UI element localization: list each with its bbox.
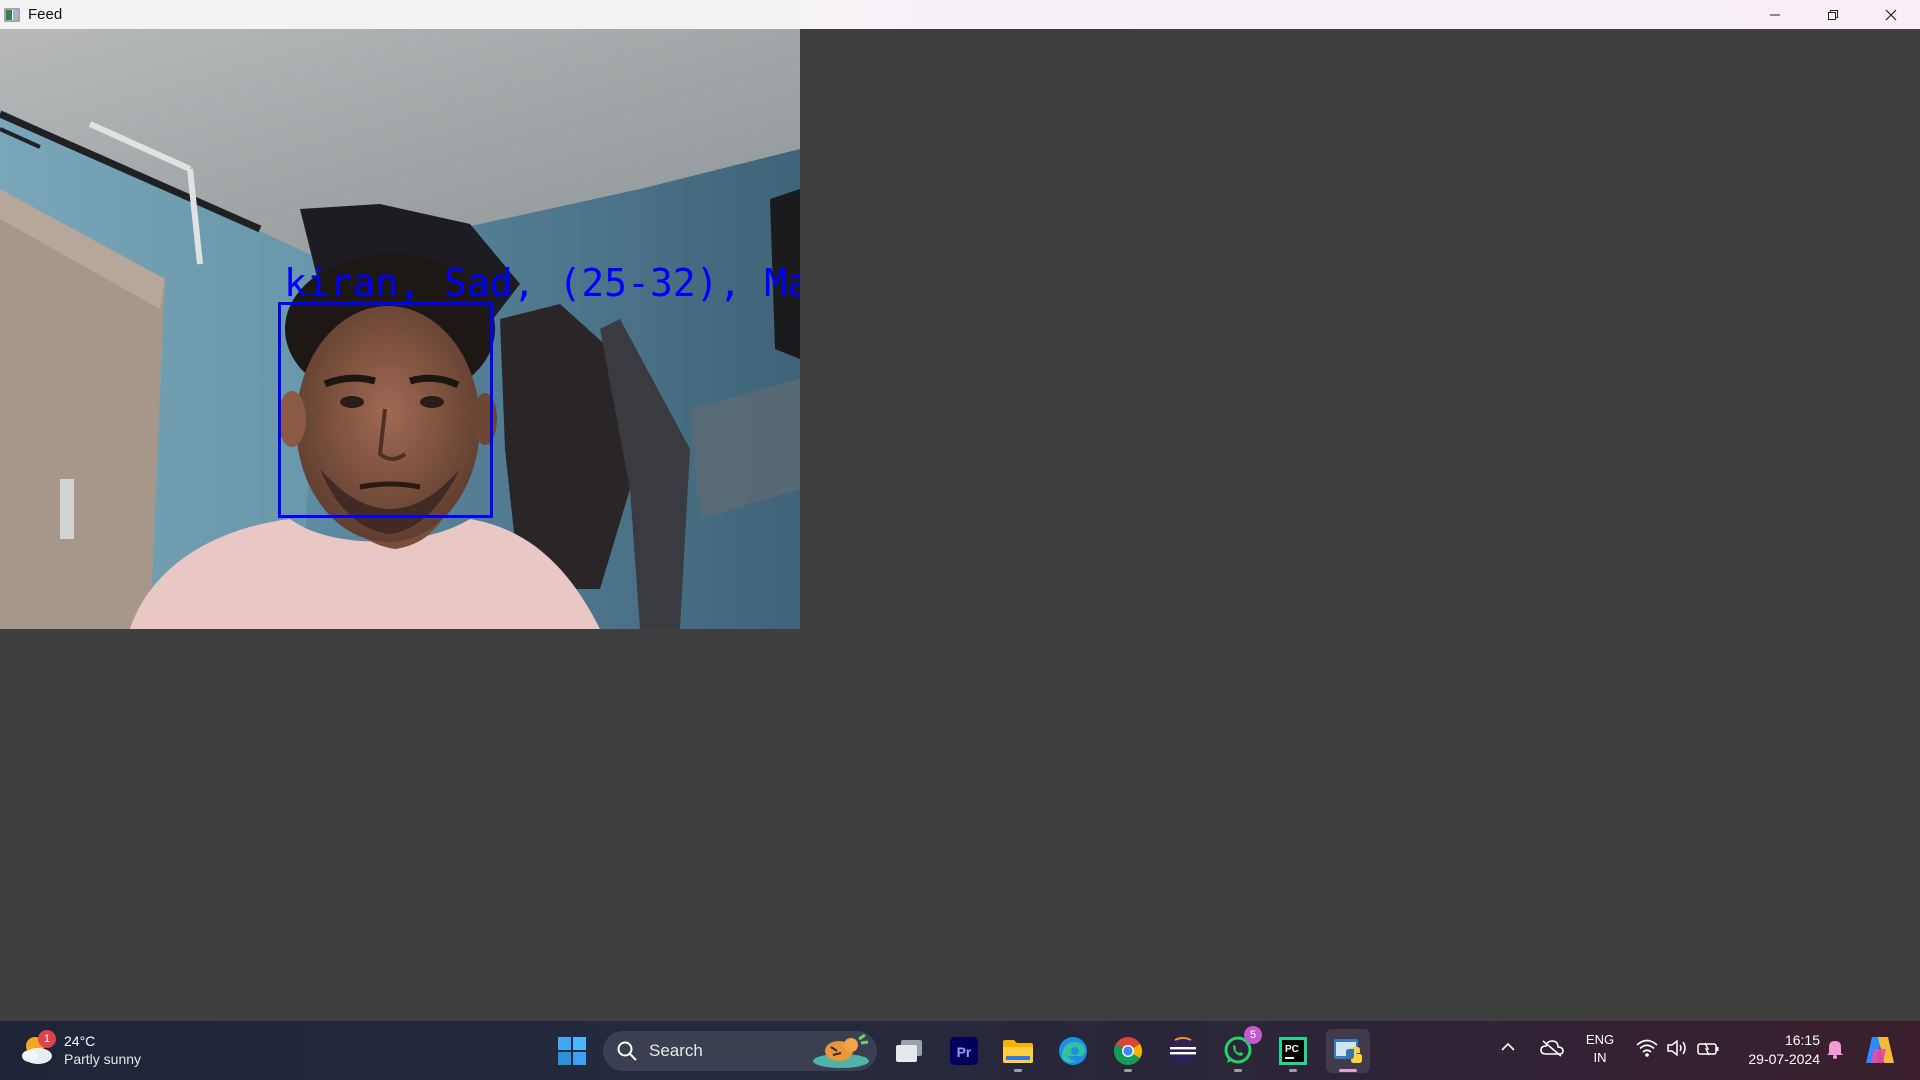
search-icon [617,1041,637,1061]
copilot-button[interactable] [1864,1035,1896,1070]
language-code: ENG [1585,1032,1615,1047]
minimize-button[interactable] [1746,0,1804,29]
quick-settings[interactable] [1636,1038,1720,1058]
taskbar-edge[interactable] [1051,1029,1095,1073]
restore-button[interactable] [1804,0,1862,29]
region-code: IN [1593,1050,1607,1065]
taskbar-python[interactable] [1326,1029,1370,1073]
title-bar: Feed [0,0,1920,29]
cloud-off-icon [1540,1040,1564,1057]
volume-icon [1667,1039,1686,1057]
onedrive-status[interactable] [1540,1039,1564,1062]
bell-icon [1827,1041,1843,1059]
weather-notification-badge: 1 [38,1030,56,1048]
window-title: Feed [28,6,63,23]
copilot-icon [1866,1037,1894,1063]
task-view-icon [896,1040,922,1062]
search-label: Search [649,1041,703,1060]
taskbar-pycharm[interactable]: PC [1271,1029,1315,1073]
taskbar-file-explorer[interactable] [996,1029,1040,1073]
taskbar: 1 24°C Partly sunny Search Pr 5 PC ENG I… [0,1021,1920,1080]
notifications-button[interactable] [1826,1039,1844,1064]
face-detection-label: kiran, Sad, (25-32), Male [284,261,800,305]
chevron-up-icon [1501,1042,1515,1051]
close-button[interactable] [1862,0,1920,29]
weather-widget[interactable]: 1 24°C Partly sunny [20,1027,141,1073]
close-icon [1885,9,1897,20]
running-indicator [1289,1069,1297,1072]
folder-icon [1003,1040,1033,1063]
python-icon [1334,1039,1362,1063]
feed-window-icon [4,7,20,23]
premiere-pro-text: Pr [957,1044,972,1060]
chrome-icon [1114,1037,1142,1065]
taskbar-clock[interactable]: 16:15 29-07-2024 [1730,1031,1820,1069]
window-controls [1746,0,1920,29]
taskbar-eclipse[interactable] [1161,1029,1205,1073]
clock-time: 16:15 [1784,1032,1820,1048]
windows-start-icon [558,1037,586,1065]
partly-sunny-icon: 1 [20,1030,58,1068]
taskbar-chrome[interactable] [1106,1029,1150,1073]
taskbar-task-view[interactable] [887,1029,931,1073]
minimize-icon [1770,14,1780,15]
camera-feed: kiran, Sad, (25-32), Male [0,29,800,629]
whatsapp-unread-badge: 5 [1244,1026,1262,1044]
weather-text: 24°C Partly sunny [64,1032,141,1068]
running-indicator [1234,1069,1242,1072]
pycharm-icon: PC [1279,1037,1307,1065]
running-indicator [1124,1069,1132,1072]
restore-icon [1828,9,1838,20]
taskbar-whatsapp[interactable]: 5 [1216,1026,1262,1073]
eclipse-icon [1169,1037,1197,1065]
language-indicator[interactable]: ENG IN [1583,1031,1617,1067]
edge-icon [1059,1037,1087,1065]
face-detection-box [278,302,493,518]
start-button[interactable] [550,1029,594,1073]
pycharm-text: PC [1285,1044,1299,1055]
battery-icon [1697,1042,1719,1056]
premiere-pro-icon: Pr [950,1037,978,1065]
clock-date: 29-07-2024 [1748,1051,1820,1067]
taskbar-premiere-pro[interactable]: Pr [942,1029,986,1073]
active-indicator [1339,1069,1357,1072]
wifi-icon [1636,1039,1658,1057]
search-highlight-art-icon [813,1033,869,1068]
taskbar-search-box[interactable]: Search [603,1031,877,1071]
weather-temperature: 24°C [64,1033,96,1049]
running-indicator [1014,1069,1022,1072]
show-hidden-icons-button[interactable] [1500,1039,1516,1060]
weather-description: Partly sunny [64,1051,142,1067]
